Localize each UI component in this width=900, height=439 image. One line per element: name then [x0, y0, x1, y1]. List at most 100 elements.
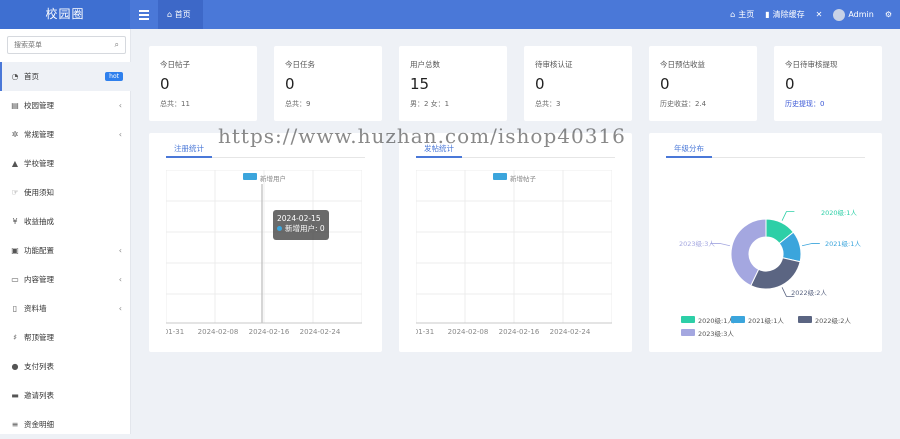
sidebar-item[interactable]: ¥ 收益抽成 — [0, 207, 131, 236]
watermark: https://www.huzhan.com/ishop40316 — [218, 124, 626, 148]
graduation-icon: ▲ — [11, 159, 19, 168]
stat-sub: 历史收益：2.4 — [660, 100, 707, 108]
sidebar: ⌕ ◔ 首页 hot ▤ 校园管理 ‹ ✲ 常规管理 ‹ ▲ 学校管理 ☞ 使用须知 ¥ 收益抽成 ▣ 功能配置… — [0, 29, 131, 434]
tooltip-label: 新增用户: 0 — [285, 224, 325, 233]
user-menu[interactable]: Admin — [833, 8, 874, 21]
x-tick-label: 2024-02-16 — [249, 328, 290, 336]
sidebar-item-label: 校园管理 — [24, 101, 54, 110]
x-tick-label: 2024-02-08 — [448, 328, 489, 336]
sidebar-item-label: 内容管理 — [24, 275, 54, 284]
stat-sub[interactable]: 历史提现：0 — [785, 99, 824, 109]
pie-leader-line — [801, 243, 820, 247]
sidebar-item-label: 支付列表 — [24, 362, 54, 371]
panel-posts: 发帖统计 01-31 2024-02-08 2024-02-16 2024-02-24… — [399, 133, 632, 352]
tab-home[interactable]: ⌂ 首页 — [158, 0, 203, 29]
user-name: Admin — [848, 10, 874, 19]
pie-slice[interactable] — [750, 257, 801, 290]
clear-cache-button[interactable]: ▮ 清除缓存 — [765, 9, 804, 20]
yen-icon: ¥ — [12, 217, 18, 226]
sidebar-item[interactable]: ≡ 资金明细 — [0, 410, 131, 439]
sidebar-item-label: 使用须知 — [24, 188, 54, 197]
legend-label: 2023级:3人 — [698, 330, 734, 338]
wechat-icon: ● — [11, 362, 19, 371]
stat-title: 今日任务 — [285, 60, 315, 69]
legend-swatch[interactable] — [681, 329, 695, 336]
house-icon: ⌂ — [730, 10, 736, 19]
x-tick-label: 2024-02-24 — [550, 328, 591, 336]
cogs-icon: ✲ — [11, 130, 19, 139]
home-link[interactable]: ⌂ 主页 — [730, 9, 754, 20]
x-tick-label: 2024-02-16 — [499, 328, 540, 336]
legend-swatch[interactable] — [798, 316, 812, 323]
stat-value: 0 — [285, 75, 295, 93]
avatar — [833, 8, 846, 21]
top-navbar: 校园圈 ⌂ 首页 ⌂ 主页 ▮ 清除缓存 ✕ Admin ⚙ — [0, 0, 900, 29]
legend-swatch-new-users[interactable] — [243, 173, 257, 180]
panel-registration: 注册统计 01-31 2024-02-08 2024-02-16 2024-02-24… — [149, 133, 382, 352]
stat-card: 用户总数 15 男：2 女：1 — [399, 46, 507, 121]
sidebar-item[interactable]: ▣ 功能配置 ‹ — [0, 236, 131, 265]
stat-card: 今日任务 0 总共：9 — [274, 46, 382, 121]
stat-sub: 男：2 女：1 — [410, 100, 450, 108]
chevron-left-icon: ‹ — [118, 246, 122, 255]
sidebar-item[interactable]: ♯ 帮顶管理 — [0, 323, 131, 352]
legend-label: 2021级:1人 — [748, 317, 784, 325]
sidebar-item[interactable]: ◔ 首页 hot — [0, 62, 131, 91]
gear-icon: ⚙ — [884, 10, 892, 19]
pie-leader-line — [781, 211, 795, 221]
sidebar-item[interactable]: ▯ 资料墙 ‹ — [0, 294, 131, 323]
sidebar-item-label: 资料墙 — [24, 304, 47, 313]
tooltip-dot — [277, 226, 282, 231]
app-logo[interactable]: 校园圈 — [0, 0, 130, 29]
chevron-left-icon: ‹ — [118, 130, 122, 139]
search-icon[interactable]: ⌕ — [115, 40, 119, 50]
panel-grade: 年级分布 2020级:1人 2021级:1人 2022级:2人 2023级:3人 20… — [649, 133, 882, 352]
thumb-icon: ♯ — [13, 333, 17, 342]
sidebar-item[interactable]: ▭ 内容管理 ‹ — [0, 265, 131, 294]
menu-search: ⌕ — [7, 36, 126, 54]
dashboard-icon: ◔ — [11, 72, 19, 81]
sidebar-item-label: 功能配置 — [24, 246, 54, 255]
stat-card: 今日预估收益 0 历史收益：2.4 — [649, 46, 757, 121]
sidebar-item-label: 收益抽成 — [24, 217, 54, 226]
hot-badge: hot — [105, 72, 123, 81]
pie-slice-label: 2023级:3人 — [679, 239, 715, 248]
clear-cache-label: 清除缓存 — [772, 10, 805, 19]
sidebar-item[interactable]: ▬ 邀请列表 — [0, 381, 131, 410]
sidebar-item[interactable]: ▤ 校园管理 ‹ — [0, 91, 131, 120]
chart-tooltip: 2024-02-15 新增用户: 0 — [273, 210, 329, 240]
tab-home-label: 首页 — [174, 10, 191, 19]
tab-registration[interactable]: 注册统计 — [166, 139, 212, 158]
sidebar-item-label: 邀请列表 — [24, 391, 54, 400]
stat-title: 今日帖子 — [160, 60, 190, 69]
sidebar-item[interactable]: ▲ 学校管理 — [0, 149, 131, 178]
stat-title: 用户总数 — [410, 60, 440, 69]
x-tick-label: 01-31 — [166, 328, 184, 336]
pie-slice-label: 2022级:2人 — [791, 288, 827, 297]
legend-label: 2022级:2人 — [815, 317, 851, 325]
x-tick-label: 01-31 — [416, 328, 434, 336]
fullscreen-button[interactable]: ✕ — [816, 10, 823, 19]
sidebar-item[interactable]: ☞ 使用须知 — [0, 178, 131, 207]
home-link-label: 主页 — [738, 10, 755, 19]
chevron-left-icon: ‹ — [118, 275, 122, 284]
expand-icon: ✕ — [815, 10, 823, 19]
legend-swatch[interactable] — [731, 316, 745, 323]
stat-value: 0 — [785, 75, 795, 93]
search-input[interactable] — [8, 37, 103, 53]
settings-button[interactable]: ⚙ — [885, 10, 892, 19]
chevron-left-icon: ‹ — [118, 304, 122, 313]
sidebar-item[interactable]: ● 支付列表 — [0, 352, 131, 381]
sidebar-item-label: 资金明细 — [24, 420, 54, 429]
file-icon: ▣ — [11, 246, 19, 255]
sidebar-item-label: 首页 — [24, 72, 39, 81]
sidebar-item[interactable]: ✲ 常规管理 ‹ — [0, 120, 131, 149]
legend-swatch-new-posts[interactable] — [493, 173, 507, 180]
x-tick-label: 2024-02-08 — [198, 328, 239, 336]
menu-toggle-icon[interactable] — [139, 8, 149, 20]
stat-title: 待审核认证 — [535, 60, 573, 69]
chevron-left-icon: ‹ — [118, 101, 122, 110]
legend-swatch[interactable] — [681, 316, 695, 323]
hand-icon: ☞ — [11, 188, 19, 197]
stat-card: 待审核认证 0 总共：3 — [524, 46, 632, 121]
